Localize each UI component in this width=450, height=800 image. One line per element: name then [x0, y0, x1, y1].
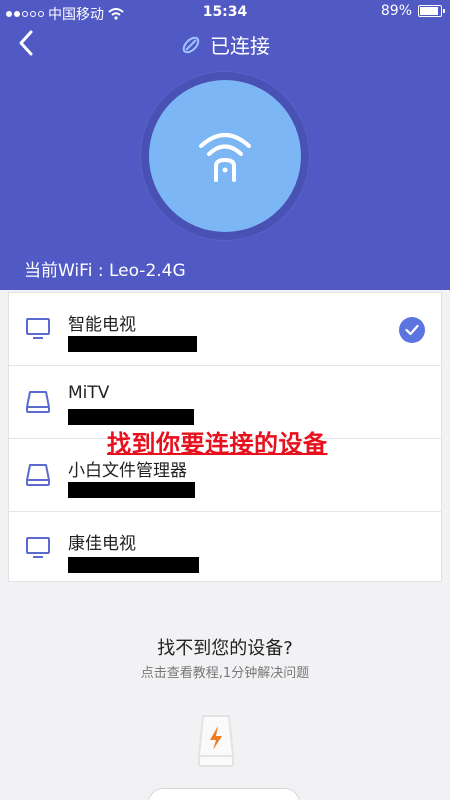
- device-item[interactable]: 康佳电视: [9, 512, 441, 585]
- header-panel: 中国移动 15:34 89% 已连接 当前WiFi: Leo-2.4G: [0, 0, 450, 290]
- device-name: 智能电视: [68, 315, 136, 335]
- status-bar: 中国移动 15:34 89%: [0, 0, 450, 24]
- page-title: 已连接: [210, 34, 270, 58]
- instruction-overlay: 找到你要连接的设备: [107, 430, 328, 458]
- battery-icon: [418, 5, 445, 17]
- redacted-info: [68, 482, 195, 498]
- remote-signal-icon: [199, 133, 251, 182]
- redacted-info: [68, 557, 199, 573]
- help-title[interactable]: 找不到您的设备?: [0, 634, 450, 660]
- current-wifi-label: 当前WiFi : Leo-2.4G: [24, 261, 186, 281]
- tutorial-button[interactable]: [148, 788, 300, 800]
- device-name: MiTV: [68, 383, 110, 403]
- device-name: 康佳电视: [68, 534, 136, 554]
- device-name: 小白文件管理器: [68, 461, 187, 481]
- connection-ring: [141, 72, 309, 240]
- redacted-info: [68, 409, 194, 425]
- drive-icon: [26, 391, 50, 413]
- redacted-info: [68, 336, 197, 352]
- battery-percent: 89%: [380, 3, 412, 19]
- nav-bar: 已连接: [0, 24, 450, 64]
- selected-check-icon: [399, 317, 425, 343]
- device-item[interactable]: 智能电视: [9, 293, 441, 366]
- link-icon: [182, 36, 200, 53]
- nav-title: 已连接: [0, 30, 450, 59]
- help-subtitle[interactable]: 点击查看教程,1分钟解决问题: [0, 662, 450, 681]
- tv-icon: [26, 318, 50, 339]
- tv-icon: [26, 537, 50, 558]
- drive-icon: [26, 464, 50, 486]
- power-drive-icon: [198, 715, 234, 767]
- connection-circle: [149, 80, 301, 232]
